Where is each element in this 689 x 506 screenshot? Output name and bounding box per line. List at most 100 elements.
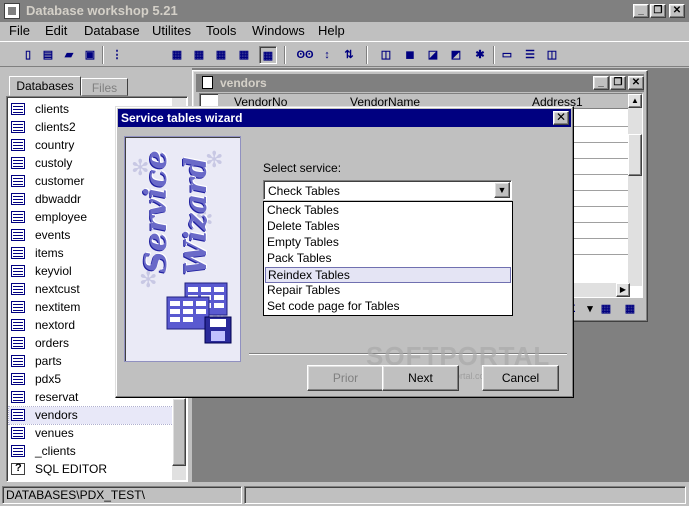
table-icon bbox=[11, 445, 25, 457]
tile-horizontal-icon[interactable]: ☰ bbox=[521, 46, 539, 64]
grid-vertical-scrollbar[interactable]: ▲ bbox=[628, 94, 642, 286]
table-icon bbox=[11, 265, 25, 277]
service-select-value: Check Tables bbox=[268, 184, 340, 198]
sql-icon[interactable]: ◫ bbox=[377, 46, 395, 64]
vendors-title: vendors bbox=[220, 76, 267, 90]
table-export-icon[interactable]: ▦ bbox=[621, 300, 639, 318]
table-icon bbox=[11, 229, 25, 241]
menu-file[interactable]: File bbox=[9, 23, 30, 38]
list-item[interactable]: venues bbox=[9, 425, 173, 442]
tile-vertical-icon[interactable]: ◫ bbox=[543, 46, 561, 64]
list-item[interactable]: SQL EDITOR bbox=[9, 461, 173, 478]
app-titlebar: Database workshop 5.21 _ ❐ ✕ bbox=[0, 0, 689, 22]
vendors-titlebar: vendors _ ❐ ✕ bbox=[196, 74, 644, 92]
service-options-list: Check Tables Delete Tables Empty Tables … bbox=[263, 201, 513, 316]
open-icon[interactable]: ▤ bbox=[39, 46, 57, 64]
wizard-image: ✻ ✻ ✻ ✻ ✻ Service Wizard bbox=[124, 136, 241, 362]
toolbar-separator bbox=[284, 46, 286, 64]
sql-run-icon[interactable]: ◩ bbox=[447, 46, 465, 64]
vendors-minimize-button[interactable]: _ bbox=[593, 76, 609, 90]
wizard-word-wizard: Wizard bbox=[179, 157, 214, 275]
tab-databases[interactable]: Databases bbox=[9, 76, 81, 96]
dialog-close-button[interactable]: ✕ bbox=[553, 111, 569, 125]
save-icon[interactable]: ▣ bbox=[81, 46, 99, 64]
scroll-thumb[interactable] bbox=[172, 398, 186, 466]
folder-icon[interactable]: ▰ bbox=[60, 46, 78, 64]
tab-files[interactable]: Files bbox=[81, 78, 128, 96]
table-find-icon[interactable]: ▦ bbox=[212, 46, 230, 64]
window-icon[interactable]: ▭ bbox=[498, 46, 516, 64]
prior-button[interactable]: Prior bbox=[307, 365, 384, 391]
vendors-close-button[interactable]: ✕ bbox=[628, 76, 644, 90]
toolbar: ▯ ▤ ▰ ▣ ⋮ ▦ ▦ ▦ ▦ ▦ ʘʘ ↕ ⇅ ◫ ◼ ◪ ◩ ✱ ▭ ☰… bbox=[0, 41, 689, 67]
cancel-button[interactable]: Cancel bbox=[482, 365, 559, 391]
service-wizard-dialog: Service tables wizard ✕ ✻ ✻ ✻ ✻ ✻ Servic… bbox=[115, 106, 574, 398]
vendors-restore-button[interactable]: ❐ bbox=[610, 76, 626, 90]
option-delete-tables[interactable]: Delete Tables bbox=[265, 219, 511, 235]
option-empty-tables[interactable]: Empty Tables bbox=[265, 235, 511, 251]
chat-icon[interactable]: ◼ bbox=[401, 46, 419, 64]
pl-icon[interactable]: ◪ bbox=[424, 46, 442, 64]
app-icon bbox=[4, 3, 20, 19]
table-props-icon[interactable]: ▦ bbox=[597, 300, 615, 318]
list-item[interactable]: _clients bbox=[9, 443, 173, 460]
restore-button[interactable]: ❐ bbox=[650, 4, 666, 18]
binoculars-icon[interactable]: ʘʘ bbox=[296, 46, 314, 64]
table-icon bbox=[11, 247, 25, 259]
menu-tools[interactable]: Tools bbox=[206, 23, 236, 38]
menu-database[interactable]: Database bbox=[84, 23, 140, 38]
scroll-right-icon[interactable]: ▶ bbox=[616, 283, 630, 297]
toolbar-separator bbox=[102, 46, 104, 64]
table-icon bbox=[11, 373, 25, 385]
filter-icon[interactable]: ⇅ bbox=[340, 46, 358, 64]
table-icon bbox=[11, 211, 25, 223]
option-check-tables[interactable]: Check Tables bbox=[265, 203, 511, 219]
toolbar-grip-icon: ⋮ bbox=[111, 49, 123, 61]
status-bar: DATABASES\PDX_TEST\ bbox=[0, 484, 689, 506]
menu-help[interactable]: Help bbox=[318, 23, 345, 38]
status-path: DATABASES\PDX_TEST\ bbox=[2, 486, 242, 504]
sort-az-icon[interactable]: ↕ bbox=[318, 46, 336, 64]
select-service-label: Select service: bbox=[263, 161, 342, 175]
option-repair-tables[interactable]: Repair Tables bbox=[265, 283, 511, 299]
next-button[interactable]: Next bbox=[382, 365, 459, 391]
table-icon[interactable]: ▦ bbox=[168, 46, 186, 64]
option-set-code-page[interactable]: Set code page for Tables bbox=[265, 299, 511, 315]
option-pack-tables[interactable]: Pack Tables bbox=[265, 251, 511, 267]
new-icon[interactable]: ▯ bbox=[19, 46, 37, 64]
table-icon bbox=[11, 103, 25, 115]
table-edit-icon[interactable]: ▦ bbox=[190, 46, 208, 64]
status-panel bbox=[244, 486, 686, 504]
tools-icon[interactable]: ✱ bbox=[471, 46, 489, 64]
table-icon bbox=[11, 319, 25, 331]
close-button[interactable]: ✕ bbox=[669, 4, 685, 18]
toolbar-separator bbox=[366, 46, 368, 64]
menu-utilites[interactable]: Utilites bbox=[152, 23, 191, 38]
menu-edit[interactable]: Edit bbox=[45, 23, 67, 38]
list-item-selected[interactable]: vendors bbox=[8, 406, 174, 425]
table-icon bbox=[11, 301, 25, 313]
chevron-down-icon[interactable]: ▼ bbox=[494, 182, 510, 198]
minimize-button[interactable]: _ bbox=[633, 4, 649, 18]
service-select[interactable]: Check Tables ▼ bbox=[263, 180, 512, 200]
scroll-thumb[interactable] bbox=[628, 134, 642, 176]
table-icon bbox=[11, 121, 25, 133]
menu-windows[interactable]: Windows bbox=[252, 23, 305, 38]
table-icon bbox=[11, 175, 25, 187]
vendors-toolbar: Σ ▾ ▦ ▦ bbox=[563, 299, 643, 319]
database-icon bbox=[166, 282, 232, 344]
wizard-word-service: Service bbox=[139, 150, 174, 273]
table-refresh-icon[interactable]: ▦ bbox=[235, 46, 253, 64]
scroll-up-icon[interactable]: ▲ bbox=[628, 94, 642, 108]
app-title: Database workshop 5.21 bbox=[26, 3, 178, 18]
table-icon bbox=[11, 157, 25, 169]
table-active-icon[interactable]: ▦ bbox=[259, 46, 277, 64]
toolbar-separator bbox=[493, 46, 495, 64]
table-icon bbox=[11, 337, 25, 349]
table-icon bbox=[11, 391, 25, 403]
table-icon bbox=[11, 409, 25, 421]
menu-bar: File Edit Database Utilites Tools Window… bbox=[0, 22, 689, 40]
table-icon bbox=[11, 355, 25, 367]
option-reindex-tables[interactable]: Reindex Tables bbox=[265, 267, 511, 283]
table-icon bbox=[11, 283, 25, 295]
